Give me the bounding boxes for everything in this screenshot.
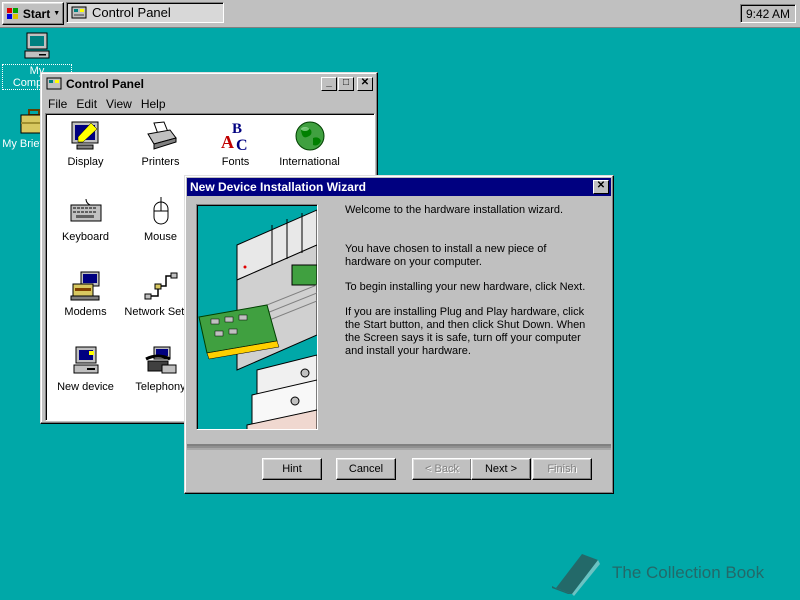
wizard-paragraph: Welcome to the hardware installation wiz… xyxy=(345,204,564,216)
network-icon xyxy=(144,272,177,300)
mouse-icon xyxy=(153,197,168,225)
fonts-icon: B A C xyxy=(221,121,248,152)
display-icon xyxy=(71,121,98,150)
cp-item-label: Modems xyxy=(64,306,107,318)
menu-help[interactable]: Help xyxy=(138,96,172,112)
menu-edit[interactable]: Edit xyxy=(73,96,103,112)
clock: 9:42 AM xyxy=(740,4,796,23)
control-panel-icon xyxy=(46,77,62,90)
wizard-separator xyxy=(187,444,611,450)
cp-item-label: New device xyxy=(57,381,114,393)
wizard-paragraph: If you are installing Plug and Play hard… xyxy=(345,306,586,357)
cp-item-international[interactable]: International xyxy=(272,120,347,168)
hint-button[interactable]: Hint xyxy=(262,458,322,480)
cp-item-fonts[interactable]: B A C Fonts xyxy=(198,120,273,168)
taskbar-item-control-panel[interactable]: Control Panel xyxy=(66,2,224,23)
wizard-paragraph: To begin installing your new hardware, c… xyxy=(345,281,586,293)
printer-icon xyxy=(146,121,177,150)
finish-button[interactable]: Finish xyxy=(532,458,592,480)
chevron-down-icon: ▼ xyxy=(53,10,61,17)
wizard-paragraph: You have chosen to install a new piece o… xyxy=(345,243,547,268)
cp-item-label: Keyboard xyxy=(61,231,110,243)
svg-text:C: C xyxy=(236,137,248,152)
watermark: The Collection Book xyxy=(548,550,764,596)
cp-item-modems[interactable]: Modems xyxy=(48,270,123,318)
telephony-icon xyxy=(144,346,176,374)
modem-icon xyxy=(70,271,99,301)
windows-logo-icon xyxy=(6,8,18,19)
wizard-title: New Device Installation Wizard xyxy=(190,180,366,194)
cp-item-label: International xyxy=(279,156,340,168)
start-label: Start xyxy=(22,6,51,21)
keyboard-icon xyxy=(70,198,101,222)
window-title: Control Panel xyxy=(66,77,145,91)
wizard-text: Welcome to the hardware installation wiz… xyxy=(345,204,595,370)
back-button[interactable]: < Back xyxy=(412,458,472,480)
maximize-button[interactable]: □ xyxy=(338,77,354,91)
control-panel-icon xyxy=(71,6,87,18)
taskbar: Start ▼ Control Panel 9:42 AM xyxy=(0,0,800,28)
cp-item-label: Display xyxy=(67,156,104,168)
close-button[interactable]: ✕ xyxy=(593,180,609,194)
minimize-button[interactable]: _ xyxy=(321,77,337,91)
wizard-illustration xyxy=(196,204,318,430)
watermark-text: The Collection Book xyxy=(612,563,765,582)
globe-icon xyxy=(295,121,324,151)
cp-item-display[interactable]: Display xyxy=(48,120,123,168)
menu-file[interactable]: File xyxy=(45,96,73,112)
cp-item-new-device[interactable]: New device xyxy=(48,345,123,393)
next-button[interactable]: Next > xyxy=(471,458,531,480)
menubar: File Edit View Help xyxy=(41,95,377,113)
taskbar-item-label: Control Panel xyxy=(92,5,171,20)
close-button[interactable]: ✕ xyxy=(357,77,373,91)
cp-item-keyboard[interactable]: Keyboard xyxy=(48,195,123,243)
cp-item-printers[interactable]: Printers xyxy=(123,120,198,168)
computer-icon xyxy=(24,32,50,59)
hardware-illustration-icon xyxy=(198,209,317,429)
new-device-icon xyxy=(73,346,98,374)
cancel-button[interactable]: Cancel xyxy=(336,458,396,480)
wizard-dialog: New Device Installation Wizard ✕ Welcome… xyxy=(184,175,614,494)
svg-text:A: A xyxy=(221,132,234,152)
cp-item-label: Mouse xyxy=(143,231,178,243)
cp-item-label: Fonts xyxy=(221,156,250,168)
book-icon xyxy=(552,554,600,596)
cp-item-label: Telephony xyxy=(135,381,186,393)
start-button[interactable]: Start ▼ xyxy=(2,2,64,25)
cp-item-label: Printers xyxy=(141,156,180,168)
control-panel-titlebar[interactable]: Control Panel _ □ ✕ xyxy=(43,75,375,93)
wizard-titlebar[interactable]: New Device Installation Wizard ✕ xyxy=(187,178,611,196)
menu-view[interactable]: View xyxy=(103,96,138,112)
